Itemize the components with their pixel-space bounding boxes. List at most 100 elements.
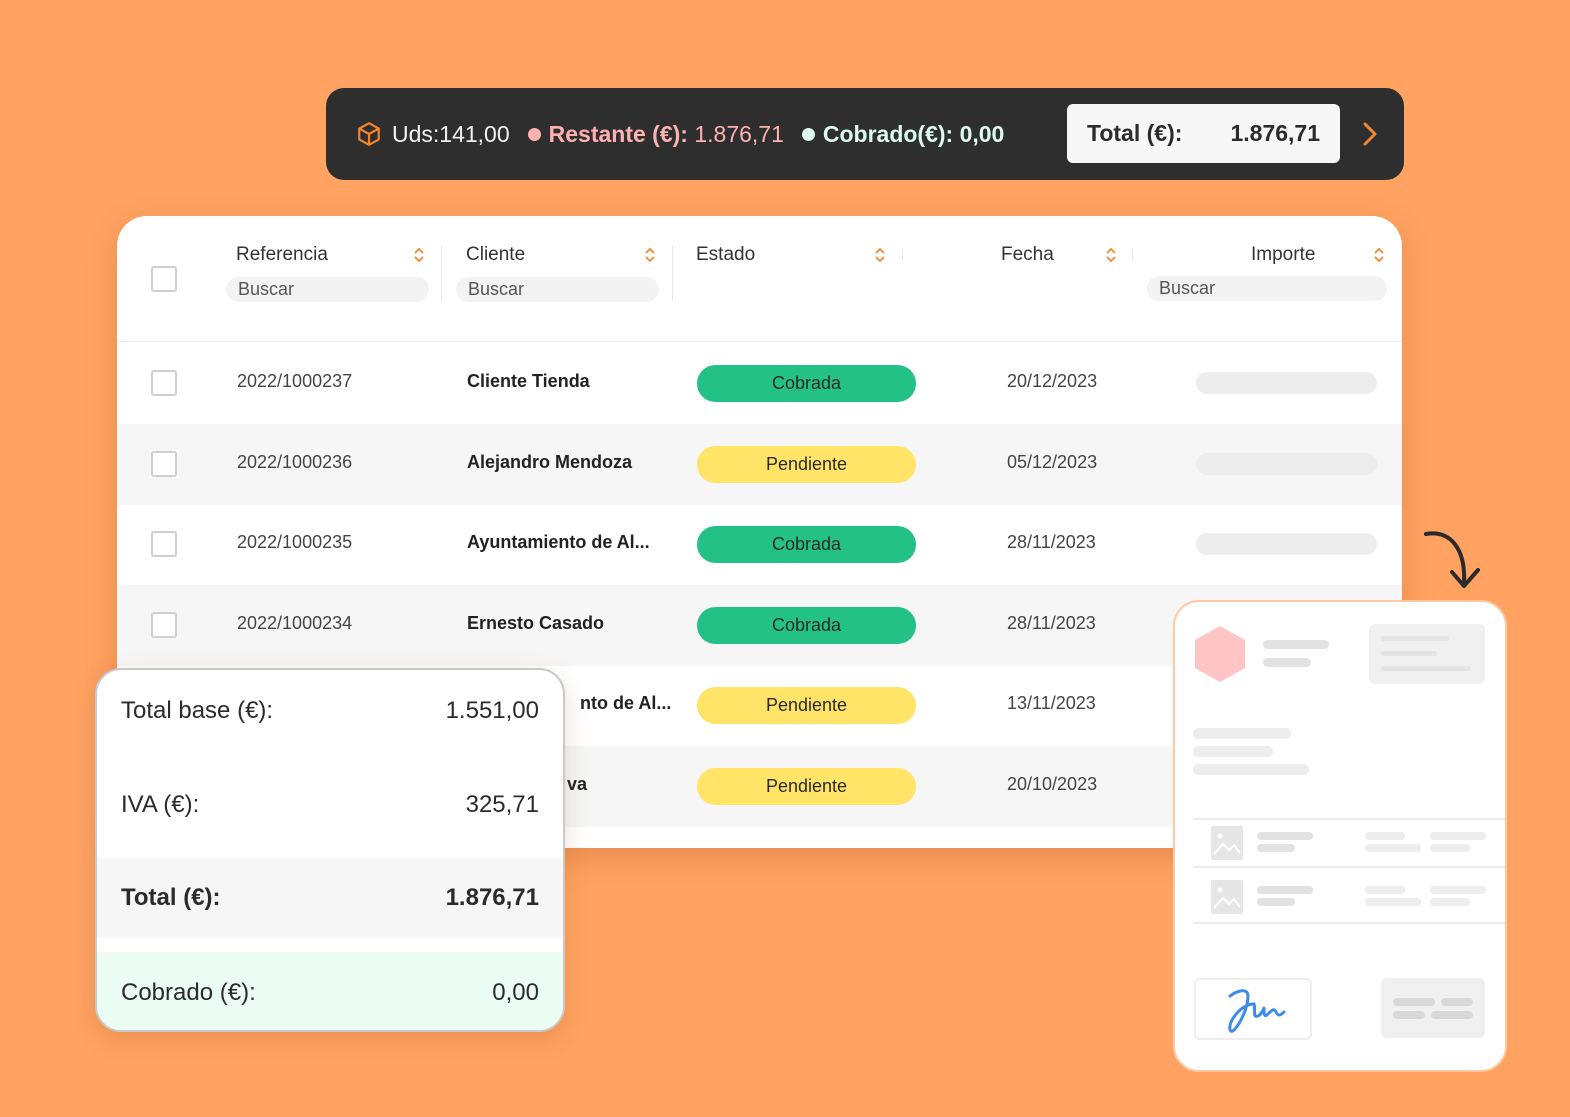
total-label: Total (€): (121, 884, 221, 911)
placeholder-line (1431, 1011, 1473, 1019)
row-client: Ayuntamiento de Al... (467, 532, 650, 552)
placeholder-line (1393, 1011, 1425, 1019)
column-header-importe[interactable]: Importe (1251, 244, 1315, 266)
placeholder-line (1430, 844, 1470, 852)
search-input-importe[interactable]: Buscar (1147, 276, 1387, 301)
image-icon (1211, 826, 1243, 860)
collected-summary: Cobrado(€): 0,00 (801, 120, 1005, 148)
row-checkbox[interactable] (151, 612, 177, 638)
collected-value: 0,00 (492, 979, 539, 1006)
table-row[interactable]: 2022/1000235 Ayuntamiento de Al... Cobra… (117, 504, 1402, 585)
placeholder-line (1257, 886, 1313, 894)
image-icon (1211, 880, 1243, 914)
row-reference: 2022/1000237 (237, 371, 353, 391)
status-badge: Pendiente (697, 446, 916, 483)
column-header-cliente[interactable]: Cliente (466, 244, 525, 266)
total-box: Total (€): 1.876,71 (1067, 104, 1340, 163)
invoice-preview (1173, 600, 1507, 1072)
remaining-summary: Restante (€): 1.876,71 (527, 120, 784, 148)
amount-placeholder (1196, 372, 1377, 394)
row-date: 13/11/2023 (1007, 693, 1096, 713)
placeholder-line (1257, 898, 1295, 906)
select-all-checkbox[interactable] (151, 266, 177, 292)
total-value: 1.876,71 (1230, 120, 1320, 146)
row-checkbox[interactable] (151, 531, 177, 557)
row-client: Alejandro Mendoza (467, 452, 633, 472)
status-badge: Cobrada (697, 365, 916, 402)
column-divider (902, 248, 903, 260)
placeholder-line (1193, 764, 1309, 775)
row-date: 20/10/2023 (1007, 774, 1098, 794)
chevron-right-icon[interactable] (1362, 121, 1378, 147)
placeholder-line (1381, 636, 1449, 641)
total-label: Total (€): (1087, 120, 1183, 146)
signature-box (1194, 978, 1312, 1040)
total-base-value: 1.551,00 (445, 697, 539, 724)
iva-label: IVA (€): (121, 791, 200, 818)
signature-icon (1228, 989, 1286, 1033)
row-reference: 2022/1000234 (237, 613, 353, 633)
status-badge: Cobrada (697, 607, 916, 644)
placeholder-line (1193, 728, 1291, 739)
status-badge: Cobrada (697, 526, 916, 563)
iva-value: 325,71 (465, 791, 539, 818)
placeholder-line (1430, 832, 1486, 840)
summary-bar: Uds:141,00 Restante (€): 1.876,71 Cobrad… (326, 88, 1404, 180)
totals-block (1381, 978, 1485, 1038)
logo-hexagon-icon (1195, 626, 1245, 682)
row-date: 28/11/2023 (1007, 532, 1096, 552)
search-input-cliente[interactable]: Buscar (456, 277, 659, 302)
sort-icon[interactable] (875, 248, 885, 262)
remaining-value: 1.876,71 (694, 120, 784, 147)
sort-icon[interactable] (1374, 248, 1384, 262)
row-checkbox[interactable] (151, 451, 177, 477)
amount-placeholder (1196, 533, 1377, 555)
column-divider (441, 246, 442, 301)
iva-row: IVA (€): 325,71 (97, 764, 563, 846)
column-header-fecha[interactable]: Fecha (1001, 244, 1054, 266)
curved-arrow-icon (1424, 531, 1480, 588)
placeholder-line (1365, 886, 1405, 894)
totals-card: Total base (€): 1.551,00 IVA (€): 325,71… (95, 668, 565, 1032)
divider (1193, 818, 1505, 820)
units-text: Uds:141,00 (392, 120, 510, 147)
collected-dot-icon (801, 127, 815, 141)
sort-icon[interactable] (1106, 248, 1116, 262)
total-row: Total (€): 1.876,71 (97, 858, 563, 938)
row-client: Ernesto Casado (467, 613, 605, 633)
placeholder-line (1193, 746, 1273, 757)
package-icon (358, 122, 380, 146)
row-date: 20/12/2023 (1007, 371, 1098, 391)
table-row[interactable]: 2022/1000237 Cliente Tienda Cobrada 20/1… (117, 343, 1402, 424)
row-checkbox[interactable] (151, 370, 177, 396)
placeholder-line (1430, 898, 1470, 906)
placeholder-line (1263, 640, 1329, 649)
row-date: 28/11/2023 (1007, 613, 1096, 633)
row-date: 05/12/2023 (1007, 452, 1098, 472)
placeholder-line (1365, 844, 1421, 852)
total-base-label: Total base (€): (121, 697, 274, 724)
row-client: va (567, 774, 588, 794)
sort-icon[interactable] (414, 248, 424, 262)
status-badge: Pendiente (697, 768, 916, 805)
collected-row: Cobrado (€): 0,00 (97, 952, 563, 1030)
column-header-referencia[interactable]: Referencia (236, 244, 328, 266)
placeholder-line (1365, 898, 1421, 906)
sort-icon[interactable] (645, 248, 655, 262)
search-input-referencia[interactable]: Buscar (226, 277, 429, 302)
placeholder-line (1257, 832, 1313, 840)
divider (1193, 922, 1505, 924)
placeholder-line (1381, 651, 1437, 656)
collected-text: Cobrado(€): 0,00 (822, 120, 1005, 147)
total-base-row: Total base (€): 1.551,00 (97, 670, 563, 752)
table-row[interactable]: 2022/1000236 Alejandro Mendoza Pendiente… (117, 424, 1402, 505)
column-header-estado[interactable]: Estado (696, 244, 755, 266)
remaining-dot-icon (527, 127, 541, 141)
row-client: nto de Al... (580, 693, 672, 713)
address-block (1369, 624, 1485, 684)
column-divider (1132, 248, 1133, 260)
row-reference: 2022/1000235 (237, 532, 353, 552)
remaining-label: Restante (€): (548, 120, 688, 147)
placeholder-line (1257, 844, 1295, 852)
units-summary: Uds:141,00 (356, 121, 510, 148)
